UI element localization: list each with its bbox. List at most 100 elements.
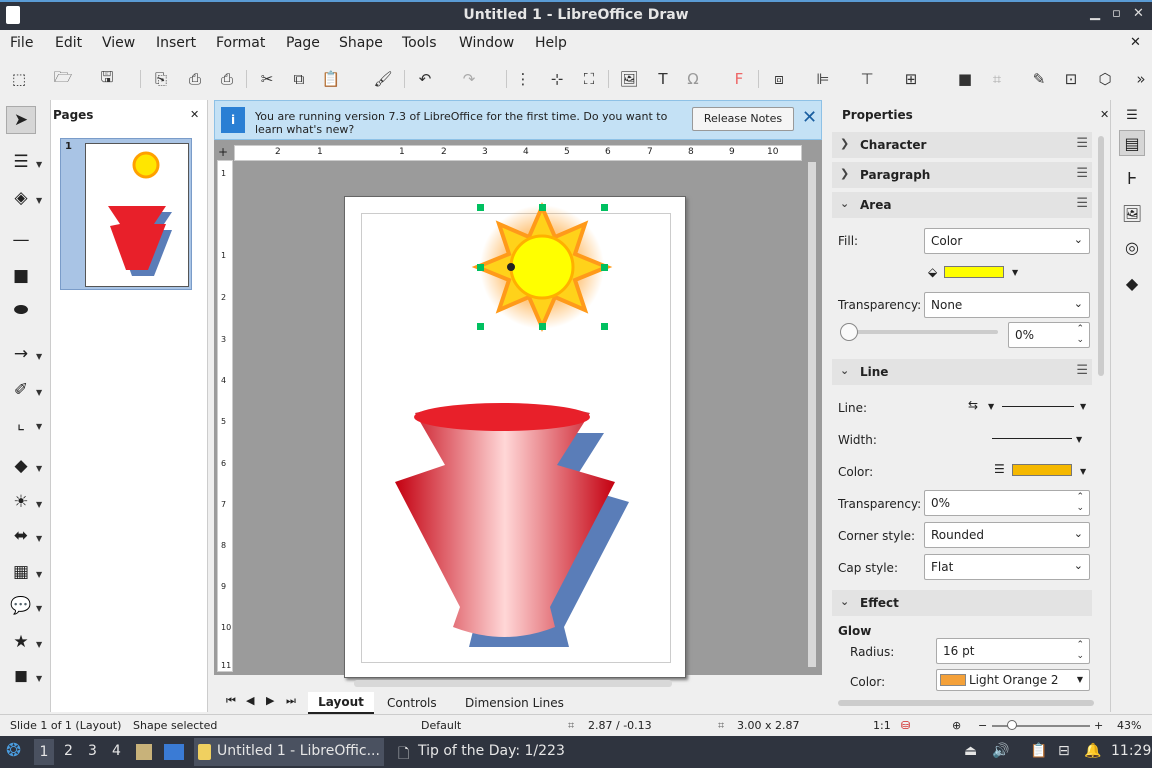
last-page-icon[interactable]: ⏭ — [286, 694, 296, 708]
prev-page-icon[interactable]: ◀ — [246, 694, 254, 707]
more-tools-icon[interactable]: » — [1130, 68, 1152, 90]
zoom-slider-thumb[interactable] — [1007, 720, 1017, 730]
connector-icon[interactable]: ⌞ — [6, 410, 36, 438]
area-transparency-spin[interactable]: 0% ⌃ ⌄ — [1008, 322, 1090, 348]
points-icon[interactable]: ✎ — [1028, 68, 1050, 90]
grid-icon[interactable]: ⋮ — [512, 68, 534, 90]
fill-select[interactable]: Color ⌄ — [924, 228, 1090, 254]
crop-icon[interactable]: ⌗ — [986, 68, 1008, 90]
3d-objects-icon[interactable]: ◼ — [6, 662, 36, 690]
corner-style-select[interactable]: Rounded ⌄ — [924, 522, 1090, 548]
release-notes-button[interactable]: Release Notes — [692, 107, 794, 131]
desktop-icon[interactable] — [164, 744, 184, 760]
styles-deck-icon[interactable]: Ꮀ — [1119, 166, 1145, 192]
flowchart-icon[interactable]: ▦ — [6, 558, 36, 586]
tab-layout[interactable]: Layout — [308, 692, 374, 714]
export-icon[interactable]: ⎘ — [150, 68, 172, 90]
menu-format[interactable]: Format — [216, 35, 265, 51]
redo-icon[interactable]: ↷ — [458, 68, 480, 90]
glue-points-icon[interactable]: ⊡ — [1060, 68, 1082, 90]
tab-controls[interactable]: Controls — [387, 696, 437, 710]
toggle-extrusion-icon[interactable]: ⬡ — [1094, 68, 1116, 90]
notifications-icon[interactable]: 🔔 — [1084, 743, 1101, 759]
menu-view[interactable]: View — [102, 35, 135, 51]
workspace-2[interactable]: 2 — [64, 743, 73, 759]
file-manager-icon[interactable] — [136, 744, 152, 760]
fill-color-dropdown-icon[interactable]: ▼ — [1012, 268, 1018, 277]
open-icon[interactable]: 🗁 — [52, 68, 74, 90]
horizontal-scrollbar[interactable] — [354, 680, 672, 687]
new-icon[interactable]: ⬚ — [8, 68, 30, 90]
menu-insert[interactable]: Insert — [156, 35, 196, 51]
glow-radius-spin[interactable]: 16 pt ⌃ ⌄ — [936, 638, 1090, 664]
menu-edit[interactable]: Edit — [55, 35, 82, 51]
menu-file[interactable]: File — [10, 35, 33, 51]
sidebar-hscrollbar[interactable] — [838, 700, 1094, 706]
stars-icon[interactable]: ★ — [6, 628, 36, 656]
section-effect[interactable]: ⌄ Effect — [832, 590, 1092, 616]
workspace-3[interactable]: 3 — [88, 743, 97, 759]
start-menu-icon[interactable]: ❂ — [6, 740, 21, 761]
transparency-slider-thumb[interactable] — [840, 323, 858, 341]
align-icon[interactable]: ⊫ — [812, 68, 834, 90]
line-tool-icon[interactable]: — — [6, 226, 36, 254]
canvas-area[interactable]: + — [214, 140, 822, 687]
close-document-icon[interactable]: ✕ — [1130, 35, 1141, 50]
menu-tools[interactable]: Tools — [402, 35, 437, 51]
block-arrows-icon[interactable]: ⬌ — [6, 522, 36, 550]
select-icon[interactable]: ➤ — [6, 106, 36, 134]
line-arrow-icon[interactable]: → — [6, 340, 36, 368]
section-character[interactable]: ❯ Character ☰ — [832, 132, 1092, 158]
gallery-deck-icon[interactable]: 🖼 — [1119, 200, 1145, 226]
line-transparency-spin[interactable]: 0% ⌃ ⌄ — [924, 490, 1090, 516]
menu-help[interactable]: Help — [535, 35, 567, 51]
undo-icon[interactable]: ↶ — [414, 68, 436, 90]
close-sidebar-icon[interactable]: ✕ — [1100, 108, 1109, 121]
export-pdf-icon[interactable]: ⎙ — [184, 68, 206, 90]
taskbar-app-tip-label[interactable]: Tip of the Day: 1/223 — [418, 743, 565, 759]
glow-color-select[interactable]: Light Orange 2 ▼ — [936, 669, 1090, 691]
close-window-icon[interactable]: ✕ — [1133, 6, 1144, 21]
section-line[interactable]: ⌄ Line ☰ — [832, 359, 1092, 385]
zoom-out-icon[interactable]: − — [978, 719, 987, 732]
line-color-swatch[interactable] — [1012, 464, 1072, 476]
cap-style-select[interactable]: Flat ⌄ — [924, 554, 1090, 580]
network-icon[interactable]: ⊟ — [1058, 743, 1070, 759]
special-character-icon[interactable]: Ω — [682, 68, 704, 90]
clipboard-icon[interactable]: 📋 — [1030, 743, 1047, 759]
volume-icon[interactable]: 🔊 — [992, 743, 1009, 759]
minimize-icon[interactable]: ▁ — [1090, 6, 1100, 21]
first-page-icon[interactable]: ⏮ — [226, 694, 236, 708]
fill-color-icon[interactable]: ◈ — [6, 184, 36, 212]
section-area[interactable]: ⌄ Area ☰ — [832, 192, 1092, 218]
workspace-4[interactable]: 4 — [112, 743, 121, 759]
tray-upload-icon[interactable]: ⏏ — [964, 743, 977, 759]
close-infobar-icon[interactable]: ✕ — [802, 107, 817, 128]
shadow-icon[interactable]: ■ — [954, 68, 976, 90]
fit-page-icon[interactable]: ⊕ — [952, 719, 961, 732]
area-transparency-select[interactable]: None ⌄ — [924, 292, 1090, 318]
insert-image-icon[interactable]: 🖼 — [618, 68, 640, 90]
insert-textbox-icon[interactable]: T — [652, 68, 674, 90]
workspace-1[interactable]: 1 — [34, 739, 54, 765]
callouts-icon[interactable]: 💬 — [6, 592, 36, 620]
cut-icon[interactable]: ✂ — [256, 68, 278, 90]
rectangle-icon[interactable]: ■ — [6, 262, 36, 290]
tab-dimension-lines[interactable]: Dimension Lines — [465, 696, 564, 710]
arrange-icon[interactable]: ⊤ — [856, 68, 878, 90]
save-icon[interactable]: 🖫 — [96, 68, 118, 90]
distribute-icon[interactable]: ⊞ — [900, 68, 922, 90]
navigator-deck-icon[interactable]: ◎ — [1119, 234, 1145, 260]
transparency-slider[interactable] — [842, 330, 998, 334]
fontwork-icon[interactable]: F — [728, 68, 750, 90]
menu-window[interactable]: Window — [459, 35, 514, 51]
line-style-preview[interactable] — [1002, 406, 1074, 407]
curve-icon[interactable]: ✐ — [6, 376, 36, 404]
sidebar-menu-icon[interactable]: ☰ — [1119, 102, 1145, 128]
fill-color-swatch[interactable] — [944, 266, 1004, 278]
print-icon[interactable]: ⎙ — [216, 68, 238, 90]
line-color-icon[interactable]: ☰ — [6, 148, 36, 176]
clone-formatting-icon[interactable]: 🖌 — [372, 68, 394, 90]
zoom-pan-icon[interactable]: ⛶ — [578, 68, 600, 90]
section-paragraph[interactable]: ❯ Paragraph ☰ — [832, 162, 1092, 188]
